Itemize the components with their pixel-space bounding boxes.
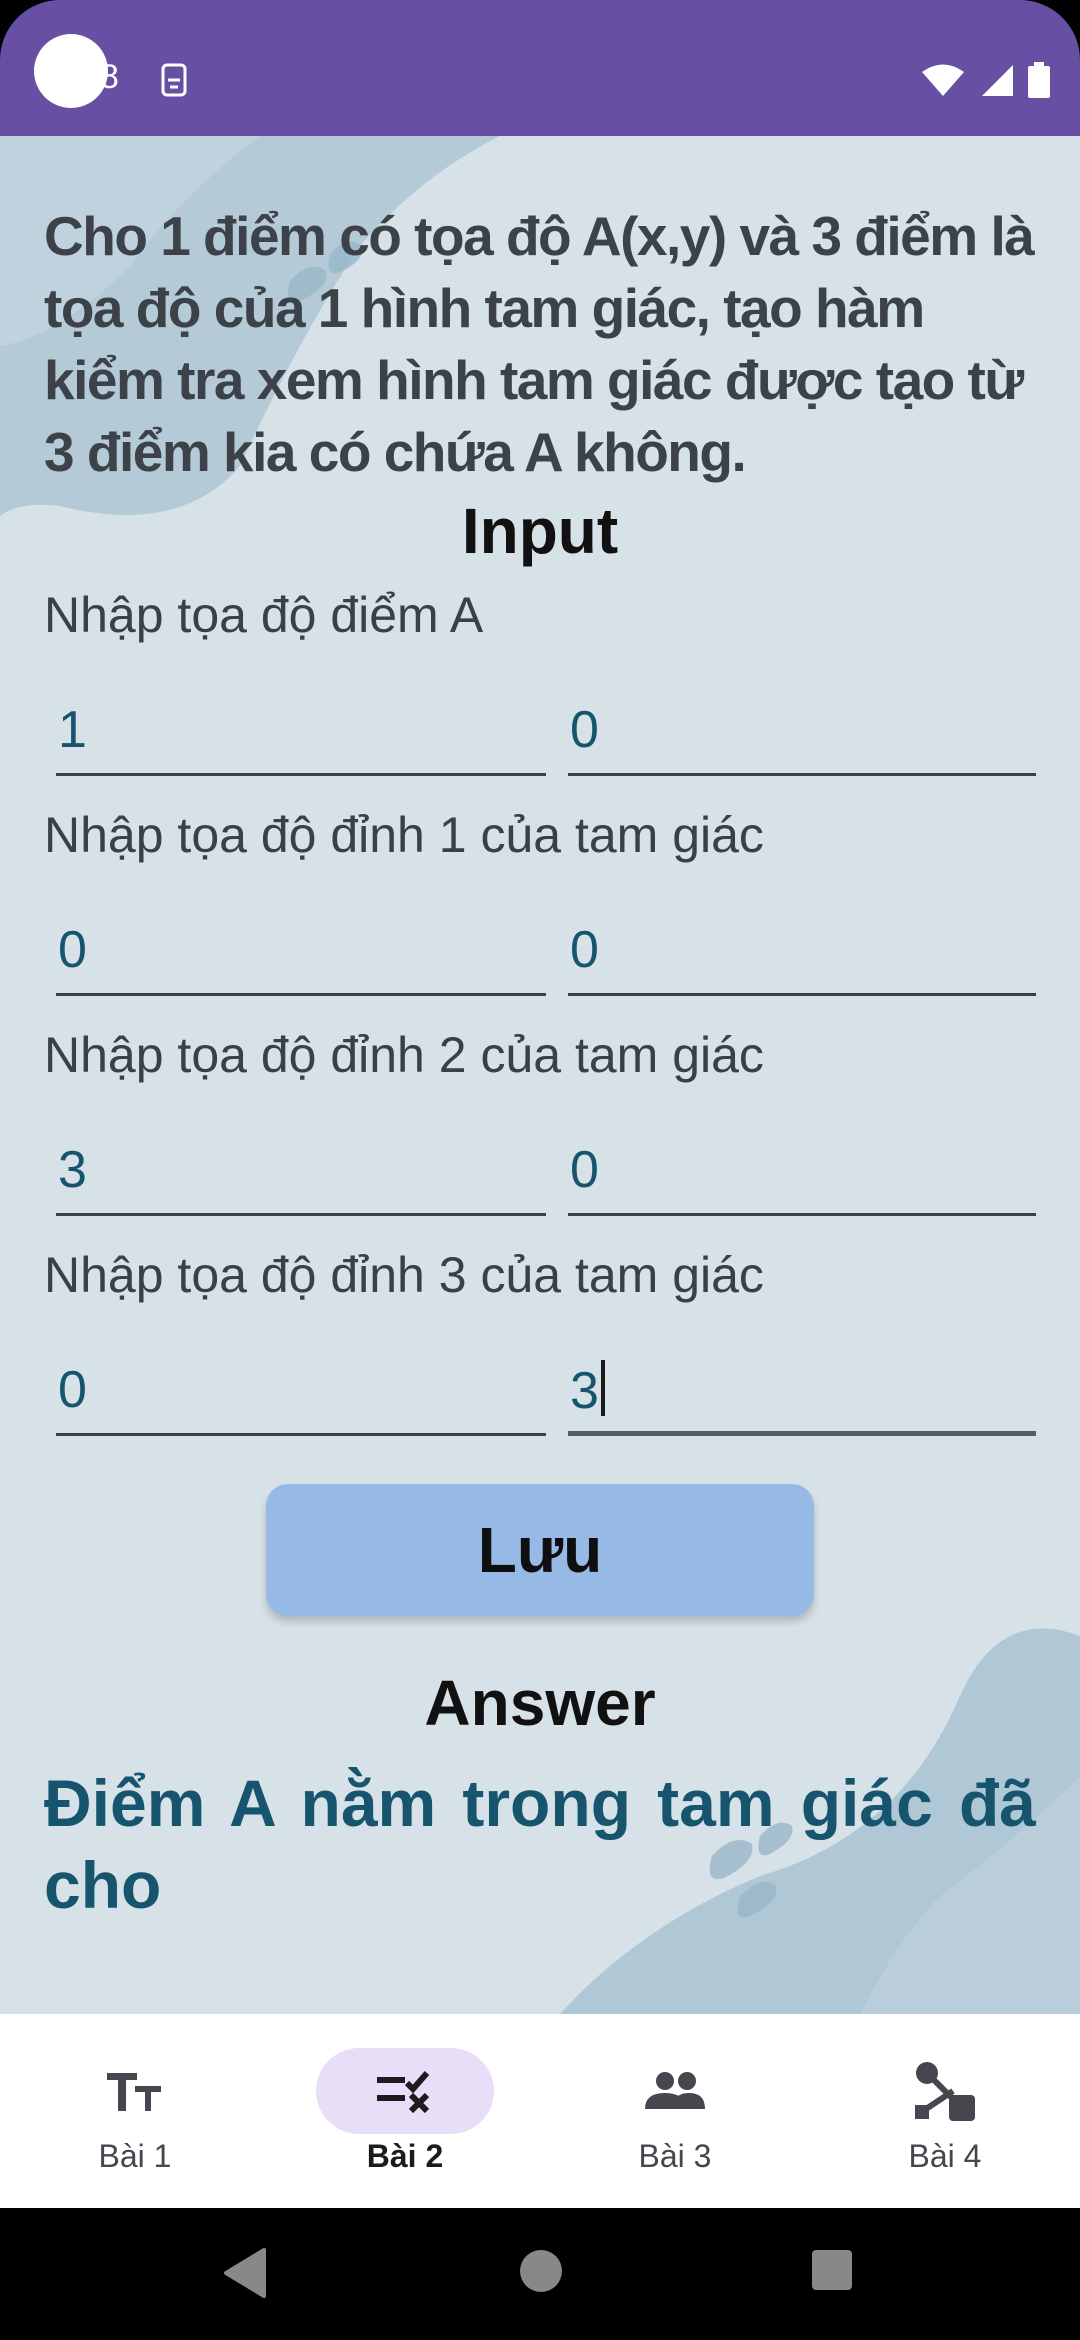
battery-icon xyxy=(1028,62,1050,98)
phone-screen: 8 Cho 1 điểm có tọa độ A(x,y) và 3 điểm … xyxy=(0,0,1080,2340)
system-navigation-bar xyxy=(0,2208,1080,2340)
wifi-icon xyxy=(922,64,964,96)
input-title: Input xyxy=(461,495,619,567)
status-notification-circle xyxy=(34,34,108,108)
vertex-3-x-input[interactable]: 0 xyxy=(56,1346,546,1436)
nav-item-bai-4[interactable]: Bài 4 xyxy=(810,2014,1080,2208)
nav-pill xyxy=(856,2048,1034,2134)
vertex-2-x-input[interactable]: 3 xyxy=(56,1126,546,1216)
nav-pill xyxy=(586,2048,764,2134)
vertex-3-y-input[interactable]: 3 xyxy=(568,1346,1036,1436)
answer-text: Điểm A nằm trong tam giác đã cho xyxy=(44,1766,1036,1922)
status-icons xyxy=(920,62,1050,98)
cellular-signal-icon xyxy=(982,65,1013,96)
bottom-navigation: Bài 1 Bài 2 Bài 3 Bài 4 xyxy=(0,2014,1080,2208)
nav-item-bai-1[interactable]: Bài 1 xyxy=(0,2014,270,2208)
save-button[interactable]: Lưu xyxy=(266,1484,814,1616)
vertex-3-y-value: 3 xyxy=(570,1362,599,1420)
vertex-3-label: Nhập tọa độ đỉnh 3 của tam giác xyxy=(44,1247,764,1303)
status-time: 8 xyxy=(100,58,119,96)
vertex-1-x-input[interactable]: 0 xyxy=(56,906,546,996)
group-icon xyxy=(645,2072,705,2109)
sim-card-icon xyxy=(161,63,187,97)
nav-pill xyxy=(46,2048,224,2134)
polyline-icon xyxy=(915,2062,975,2121)
vertex-2-label: Nhập tọa độ đỉnh 2 của tam giác xyxy=(44,1027,764,1083)
nav-item-bai-2[interactable]: Bài 2 xyxy=(270,2014,540,2208)
point-a-x-input[interactable]: 1 xyxy=(56,686,546,776)
text-fields-icon xyxy=(107,2073,161,2111)
vertex-1-y-input[interactable]: 0 xyxy=(568,906,1036,996)
status-bar: 8 xyxy=(0,0,1080,136)
text-caret xyxy=(600,1360,605,1416)
vertex-1-label: Nhập tọa độ đỉnh 1 của tam giác xyxy=(44,807,764,863)
point-a-label: Nhập tọa độ điểm A xyxy=(44,587,484,643)
home-icon[interactable] xyxy=(518,2248,564,2294)
nav-label: Bài 4 xyxy=(908,2138,982,2174)
recents-icon[interactable] xyxy=(810,2248,854,2292)
nav-label: Bài 2 xyxy=(366,2138,444,2174)
main-content: Cho 1 điểm có tọa độ A(x,y) và 3 điểm là… xyxy=(0,136,1080,2014)
point-a-y-input[interactable]: 0 xyxy=(568,686,1036,776)
problem-statement: Cho 1 điểm có tọa độ A(x,y) và 3 điểm là… xyxy=(44,205,1035,483)
answer-title: Answer xyxy=(424,1667,656,1739)
nav-item-bai-3[interactable]: Bài 3 xyxy=(540,2014,810,2208)
nav-label: Bài 1 xyxy=(98,2138,172,2174)
nav-label: Bài 3 xyxy=(638,2138,712,2174)
rule-icon xyxy=(377,2071,430,2113)
vertex-2-y-input[interactable]: 0 xyxy=(568,1126,1036,1216)
nav-pill-active xyxy=(316,2048,494,2134)
back-icon[interactable] xyxy=(222,2248,266,2298)
